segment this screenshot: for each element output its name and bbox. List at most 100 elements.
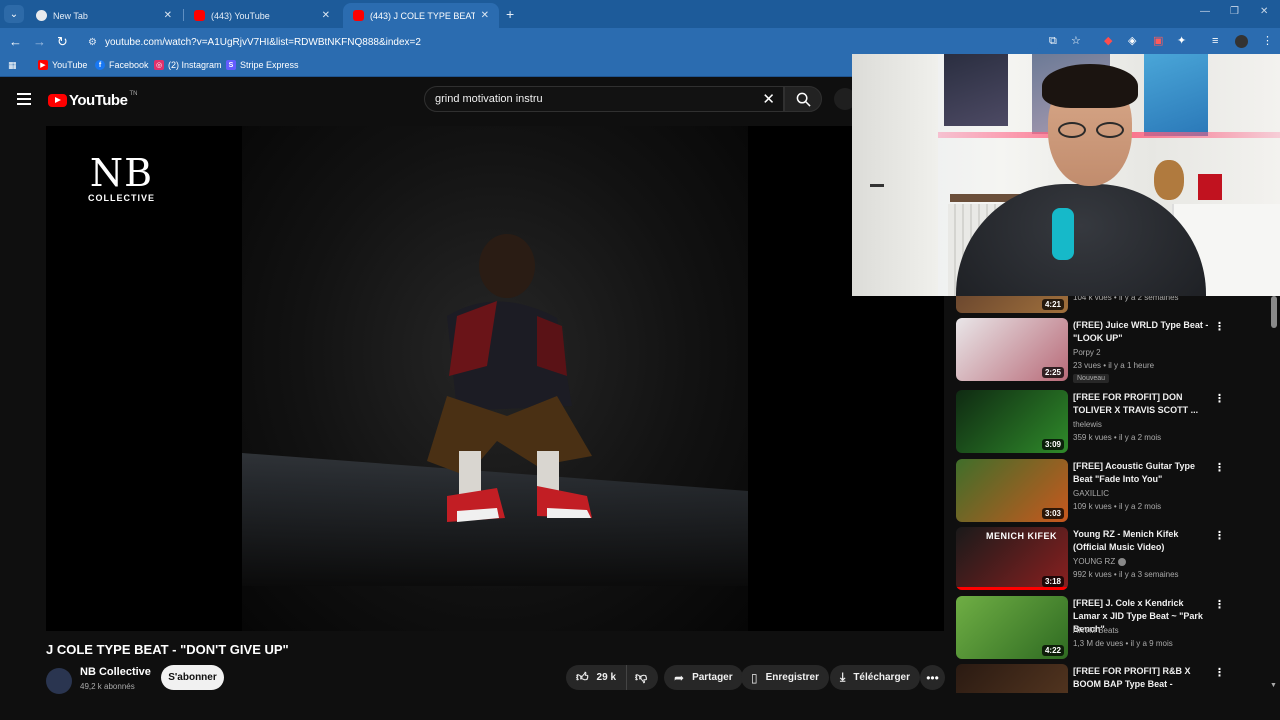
- channel-name[interactable]: ARVM Beats: [1073, 626, 1119, 635]
- tab-new-tab[interactable]: New Tab ✕: [26, 3, 182, 28]
- video-player[interactable]: NB COLLECTIVE: [46, 126, 944, 631]
- like-button[interactable]: 👍︎ 29 k: [566, 665, 628, 690]
- video-meta: 992 k vues • il y a 3 semaines: [1073, 570, 1179, 579]
- tab-title: New Tab: [53, 10, 88, 21]
- recommendation-item[interactable]: 2:25 (FREE) Juice WRLD Type Beat - "LOOK…: [956, 318, 1226, 383]
- menu-icon[interactable]: [17, 93, 31, 105]
- video-title[interactable]: (FREE) Juice WRLD Type Beat - "LOOK UP": [1073, 319, 1211, 345]
- more-options-icon[interactable]: ⋮: [1214, 320, 1225, 333]
- seated-man-figure: [427, 234, 592, 522]
- forward-icon[interactable]: →: [33, 35, 46, 49]
- video-title[interactable]: [FREE] Acoustic Guitar Type Beat "Fade I…: [1073, 460, 1211, 486]
- apps-grid-icon[interactable]: ▦: [8, 60, 17, 71]
- recommendation-item[interactable]: MENICH KIFEK 3:18 Young RZ - Menich Kife…: [956, 527, 1226, 591]
- search-input[interactable]: grind motivation instru: [435, 93, 762, 105]
- video-thumbnail[interactable]: MENICH KIFEK 3:18: [956, 527, 1068, 590]
- tab-youtube[interactable]: (443) YouTube ✕: [184, 3, 340, 28]
- close-tab-icon[interactable]: ✕: [164, 10, 172, 21]
- channel-avatar[interactable]: [46, 668, 72, 694]
- more-actions-button[interactable]: •••: [920, 665, 945, 690]
- subscribe-button[interactable]: S'abonner: [161, 665, 224, 690]
- minimize-icon[interactable]: —: [1200, 6, 1210, 17]
- recommendation-item[interactable]: [FREE FOR PROFIT] R&B X BOOM BAP Type Be…: [956, 664, 1226, 693]
- bookmark-star-icon[interactable]: ☆: [1071, 35, 1081, 48]
- more-options-icon[interactable]: ⋮: [1214, 392, 1225, 405]
- channel-name[interactable]: thelewis: [1073, 420, 1102, 429]
- browser-tab-bar: ⌄ New Tab ✕ (443) YouTube ✕ (443) J COLE…: [0, 0, 1280, 28]
- sidebar-scrollbar-thumb[interactable]: [1271, 296, 1277, 328]
- clear-search-icon[interactable]: ✕: [762, 90, 775, 108]
- reload-icon[interactable]: ↻: [57, 35, 68, 49]
- video-thumbnail[interactable]: 3:03: [956, 459, 1068, 522]
- search-button[interactable]: [784, 86, 822, 112]
- scroll-down-arrow-icon[interactable]: ▼: [1270, 682, 1277, 689]
- channel-name[interactable]: GAXILLIC: [1073, 489, 1109, 498]
- recommendation-item[interactable]: 4:22 [FREE] J. Cole x Kendrick Lamar x J…: [956, 596, 1226, 660]
- new-tab-button[interactable]: +: [506, 6, 514, 22]
- tab-current-video[interactable]: (443) J COLE TYPE BEAT - "DON'T GIVE UP"…: [343, 3, 499, 28]
- bookmark-facebook[interactable]: f Facebook: [95, 60, 149, 70]
- stripe-icon: S: [226, 60, 236, 70]
- video-thumbnail[interactable]: [956, 664, 1068, 693]
- extension-icon[interactable]: ▣: [1153, 35, 1163, 48]
- bookmark-youtube[interactable]: ▶ YouTube: [38, 60, 87, 70]
- webcam-person-hair: [1042, 64, 1138, 108]
- video-title[interactable]: [FREE FOR PROFIT] R&B X BOOM BAP Type Be…: [1073, 665, 1211, 693]
- site-info-icon[interactable]: ⚙: [88, 37, 97, 48]
- webcam-red-box: [1198, 174, 1222, 200]
- duration-badge: 2:25: [1041, 367, 1064, 378]
- download-button[interactable]: ⤓ Télécharger: [830, 665, 921, 690]
- maximize-icon[interactable]: ❐: [1230, 6, 1239, 17]
- install-app-icon[interactable]: ⧉: [1049, 35, 1057, 48]
- video-meta: 359 k vues • il y a 2 mois: [1073, 433, 1162, 442]
- watermark-sub: COLLECTIVE: [88, 193, 156, 203]
- save-label: Enregistrer: [765, 672, 819, 683]
- more-options-icon[interactable]: ⋮: [1214, 666, 1225, 679]
- video-title[interactable]: [FREE FOR PROFIT] DON TOLIVER X TRAVIS S…: [1073, 391, 1211, 417]
- profile-avatar[interactable]: [1235, 35, 1248, 48]
- share-button[interactable]: ➦ Partager: [664, 665, 743, 690]
- extensions-puzzle-icon[interactable]: ✦: [1177, 35, 1186, 48]
- close-window-icon[interactable]: ✕: [1260, 6, 1268, 17]
- save-button[interactable]: ▯ Enregistrer: [741, 665, 829, 690]
- video-meta: 1,3 M de vues • il y a 9 mois: [1073, 639, 1173, 648]
- bookmark-instagram[interactable]: ◎ (2) Instagram: [154, 60, 222, 70]
- webcam-poster: [1144, 54, 1208, 136]
- video-thumbnail[interactable]: 3:09: [956, 390, 1068, 453]
- youtube-logo[interactable]: YouTube TN: [48, 90, 138, 109]
- recommendation-item[interactable]: 3:03 [FREE] Acoustic Guitar Type Beat "F…: [956, 459, 1226, 523]
- extension-icon[interactable]: ◈: [1128, 35, 1136, 48]
- channel-label: YOUNG RZ: [1073, 557, 1116, 566]
- reading-list-icon[interactable]: ≡: [1212, 35, 1218, 48]
- extension-icon[interactable]: ◆: [1104, 35, 1112, 48]
- recommendation-item[interactable]: 3:09 [FREE FOR PROFIT] DON TOLIVER X TRA…: [956, 390, 1226, 454]
- youtube-icon: ▶: [38, 60, 48, 70]
- search-box[interactable]: grind motivation instru ✕: [424, 86, 784, 112]
- bookmark-stripe-express[interactable]: S Stripe Express: [226, 60, 299, 70]
- duration-badge: 3:09: [1041, 439, 1064, 450]
- more-options-icon[interactable]: ⋮: [1214, 461, 1225, 474]
- dislike-button[interactable]: 👎︎: [627, 665, 655, 690]
- more-options-icon[interactable]: ⋮: [1214, 598, 1225, 611]
- close-tab-icon[interactable]: ✕: [322, 10, 330, 21]
- video-title[interactable]: Young RZ - Menich Kifek (Official Music …: [1073, 528, 1211, 554]
- channel-name[interactable]: YOUNG RZ: [1073, 557, 1127, 566]
- subscriber-count: 49,2 k abonnés: [80, 682, 135, 691]
- channel-name[interactable]: Porpy 2: [1073, 348, 1101, 357]
- chrome-icon: [36, 10, 47, 21]
- back-icon[interactable]: ←: [9, 35, 22, 49]
- video-thumbnail[interactable]: 2:25: [956, 318, 1068, 381]
- webcam-teddy-bear: [1154, 160, 1184, 200]
- video-thumbnail[interactable]: 4:22: [956, 596, 1068, 659]
- chrome-menu-icon[interactable]: ⋮: [1262, 35, 1273, 48]
- country-code: TN: [129, 90, 138, 97]
- more-options-icon[interactable]: ⋮: [1214, 529, 1225, 542]
- bookmark-label: (2) Instagram: [168, 60, 222, 70]
- address-bar[interactable]: ⚙ youtube.com/watch?v=A1UgRjvV7HI&list=R…: [80, 31, 1040, 53]
- close-tab-icon[interactable]: ✕: [481, 10, 489, 21]
- youtube-favicon-icon: [194, 10, 205, 21]
- video-meta: 23 vues • il y a 1 heure: [1073, 361, 1155, 370]
- channel-name[interactable]: NB Collective: [80, 666, 151, 678]
- download-label: Télécharger: [853, 672, 911, 683]
- tab-search-button[interactable]: ⌄: [4, 5, 24, 23]
